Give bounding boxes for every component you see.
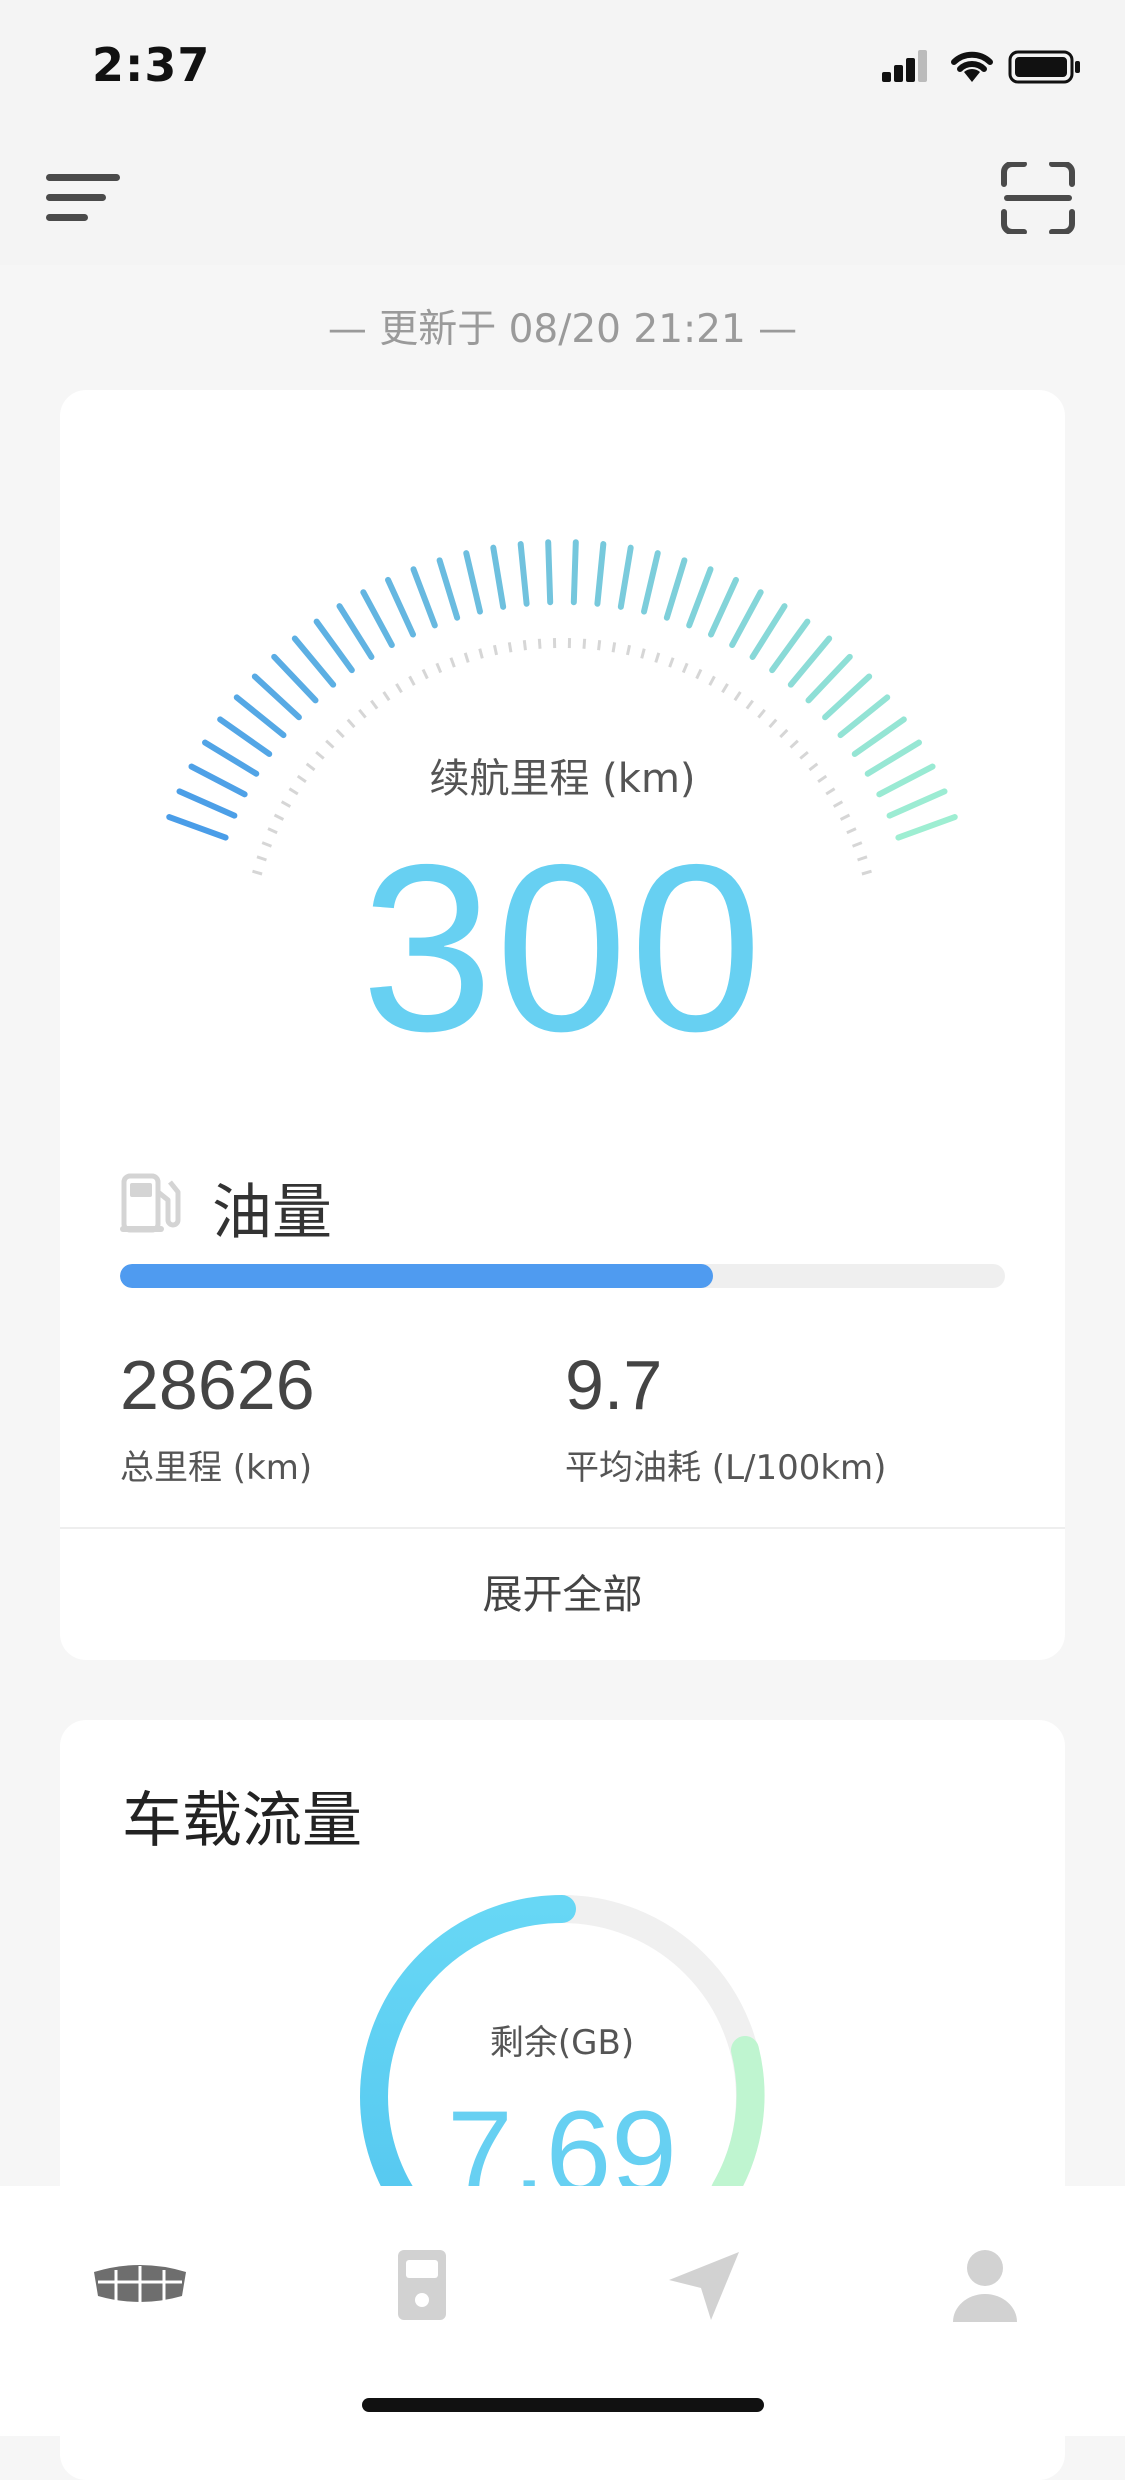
fuel-level-bar: [120, 1264, 1005, 1288]
gauge-tick: [493, 548, 503, 607]
range-label: 续航里程 (km): [60, 746, 1065, 804]
gauge-tick: [440, 560, 458, 617]
gauge-tick: [466, 553, 480, 611]
gauge-minor-tick: [841, 815, 850, 820]
gauge-tick: [339, 606, 371, 657]
car-grille-icon[interactable]: [90, 2236, 190, 2336]
gauge-tick: [732, 592, 761, 645]
fuel-station-icon[interactable]: [372, 2236, 472, 2336]
gauge-tick: [841, 697, 888, 735]
data-usage-title: 车载流量: [122, 1772, 362, 1859]
gauge-minor-tick: [613, 642, 615, 652]
gauge-minor-tick: [480, 649, 483, 659]
gauge-tick: [413, 569, 434, 625]
gauge-tick: [317, 622, 352, 671]
gauge-minor-tick: [599, 640, 600, 650]
gauge-tick: [548, 542, 550, 602]
fuel-pump-icon: [118, 1170, 184, 1236]
gauge-minor-tick: [274, 815, 283, 820]
gauge-minor-tick: [410, 676, 415, 685]
fuel-level-fill: [120, 1264, 713, 1288]
gauge-tick: [825, 677, 869, 718]
gauge-minor-tick: [656, 653, 659, 663]
avg-consumption-value: 9.7: [565, 1345, 662, 1425]
person-icon[interactable]: [935, 2236, 1035, 2336]
odometer-value: 28626: [120, 1345, 315, 1425]
gauge-minor-tick: [423, 670, 427, 679]
gauge-minor-tick: [396, 684, 401, 693]
gauge-tick: [255, 677, 299, 718]
gauge-minor-tick: [584, 639, 585, 649]
gauge-minor-tick: [494, 645, 496, 655]
gauge-minor-tick: [642, 649, 645, 659]
gauge-tick: [808, 657, 849, 701]
gauge-minor-tick: [670, 658, 673, 667]
gauge-tick: [274, 657, 315, 701]
gauge-tick: [621, 548, 631, 607]
gauge-minor-tick: [509, 642, 511, 652]
gauge-tick: [667, 560, 685, 617]
gauge-tick: [644, 553, 658, 611]
scan-frame-icon[interactable]: [1000, 162, 1076, 234]
gauge-minor-tick: [735, 692, 741, 700]
gauge-minor-tick: [722, 684, 727, 693]
gauge-minor-tick: [710, 676, 715, 685]
battery-icon: [1008, 50, 1082, 84]
gauge-tick: [363, 592, 392, 645]
menu-lines-icon[interactable]: [46, 170, 120, 226]
gauge-minor-tick: [437, 663, 441, 672]
gauge-minor-tick: [770, 720, 777, 727]
top-header: [0, 140, 1125, 265]
avg-consumption-label: 平均油耗 (L/100km): [565, 1440, 886, 1489]
card-divider: [60, 1527, 1065, 1529]
gauge-minor-tick: [697, 670, 701, 679]
status-time: 2:37: [92, 38, 210, 92]
expand-all-button[interactable]: 展开全部: [60, 1530, 1065, 1660]
gauge-tick: [772, 622, 807, 671]
gauge-tick: [388, 580, 413, 635]
gauge-tick: [521, 544, 527, 604]
gauge-minor-tick: [451, 658, 454, 667]
gauge-tick: [597, 544, 603, 604]
navigation-arrow-icon[interactable]: [655, 2236, 755, 2336]
range-value: 300: [60, 830, 1065, 1068]
odometer-label: 总里程 (km): [120, 1440, 312, 1489]
update-timestamp: — 更新于 08/20 21:21 —: [0, 298, 1125, 354]
gauge-minor-tick: [359, 710, 365, 718]
cellular-signal-icon: [882, 50, 932, 84]
gauge-minor-tick: [384, 692, 390, 700]
gauge-minor-tick: [465, 653, 468, 663]
gauge-tick: [295, 639, 333, 685]
gauge-tick: [711, 580, 736, 635]
gauge-minor-tick: [627, 645, 629, 655]
gauge-tick: [237, 697, 284, 735]
gauge-minor-tick: [371, 701, 377, 709]
gauge-minor-tick: [348, 720, 355, 727]
gauge-tick: [689, 569, 710, 625]
wifi-icon: [948, 48, 996, 84]
gauge-minor-tick: [758, 710, 764, 718]
gauge-minor-tick: [747, 701, 753, 709]
home-indicator: [362, 2398, 764, 2412]
gauge-tick: [753, 606, 785, 657]
fuel-label: 油量: [212, 1164, 332, 1251]
data-remaining-label: 剩余(GB): [355, 2015, 769, 2064]
gauge-tick: [574, 542, 576, 602]
gauge-minor-tick: [337, 730, 344, 737]
gauge-minor-tick: [683, 663, 687, 672]
gauge-minor-tick: [539, 639, 540, 649]
gauge-minor-tick: [780, 730, 787, 737]
gauge-tick: [791, 639, 829, 685]
gauge-minor-tick: [524, 640, 525, 650]
